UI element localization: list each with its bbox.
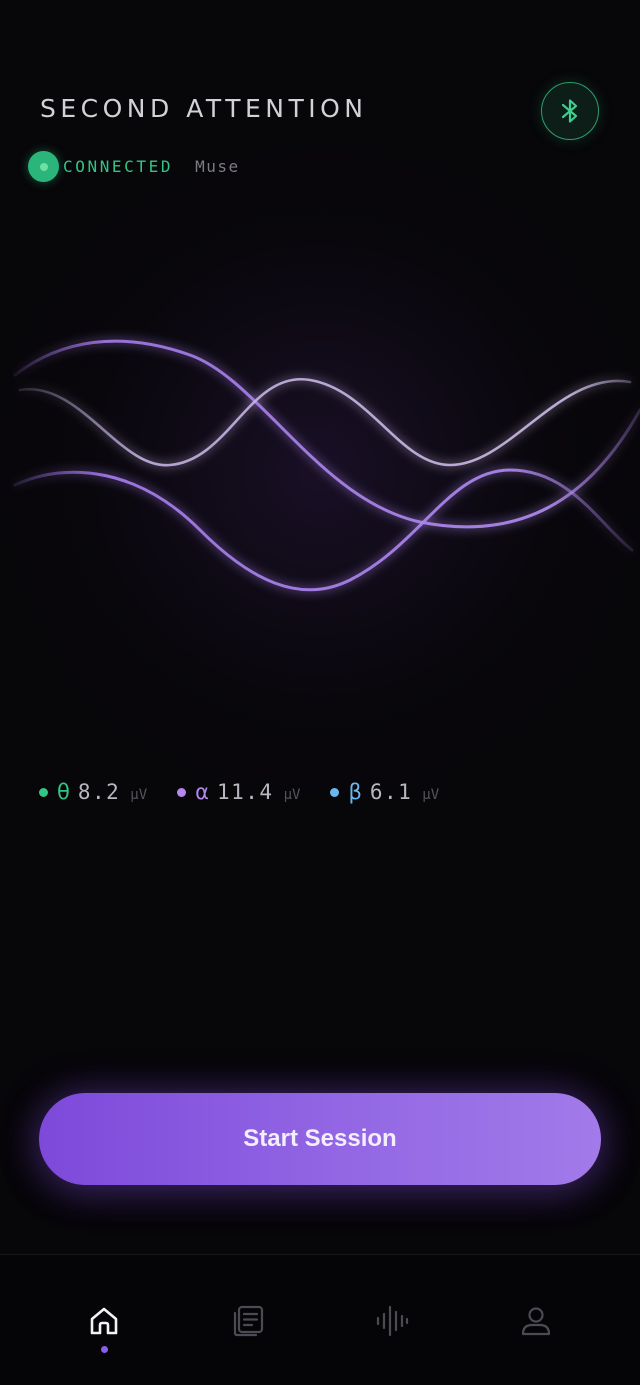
wave-theta-line [18, 377, 632, 467]
profile-icon [521, 1307, 551, 1336]
waveform-icon [376, 1305, 409, 1337]
app-title: SECOND ATTENTION [40, 94, 368, 123]
theta-value: 8.2 [77, 780, 121, 804]
connection-status-label: CONNECTED [63, 156, 174, 176]
band-theta: θ 8.2 μV [39, 780, 147, 804]
theta-dot-icon [39, 787, 48, 797]
nav-sessions[interactable] [372, 1301, 412, 1341]
beta-value: 6.1 [369, 780, 413, 804]
beta-unit: μV [422, 787, 440, 803]
connection-dot-icon [28, 150, 59, 182]
alpha-dot-icon [177, 787, 187, 797]
device-name: Muse [195, 156, 240, 176]
home-screen: SECOND ATTENTION CONNECTED Muse θ 8.2 μV… [0, 0, 640, 1385]
brainwave-visualization [13, 339, 640, 592]
bluetooth-button[interactable] [541, 82, 599, 140]
alpha-symbol: α [195, 780, 209, 804]
bluetooth-icon [561, 99, 578, 123]
nav-active-indicator [101, 1346, 108, 1353]
beta-symbol: β [348, 780, 362, 804]
bottom-nav [0, 1254, 640, 1385]
nav-home[interactable] [84, 1301, 124, 1341]
alpha-unit: μV [283, 787, 301, 803]
band-alpha: α 11.4 μV [177, 780, 300, 804]
wave-beta-line [13, 468, 634, 592]
journal-icon [233, 1305, 264, 1337]
connection-status: CONNECTED Muse [28, 150, 240, 182]
home-icon [90, 1307, 118, 1335]
theta-unit: μV [130, 787, 148, 803]
band-beta: β 6.1 μV [330, 780, 439, 804]
start-session-button[interactable]: Start Session [39, 1093, 601, 1185]
band-readouts: θ 8.2 μV α 11.4 μV β 6.1 μV [39, 776, 469, 808]
alpha-value: 11.4 [217, 780, 274, 804]
nav-profile[interactable] [516, 1301, 556, 1341]
nav-journal[interactable] [228, 1301, 268, 1341]
beta-dot-icon [330, 787, 340, 797]
theta-symbol: θ [57, 780, 70, 804]
